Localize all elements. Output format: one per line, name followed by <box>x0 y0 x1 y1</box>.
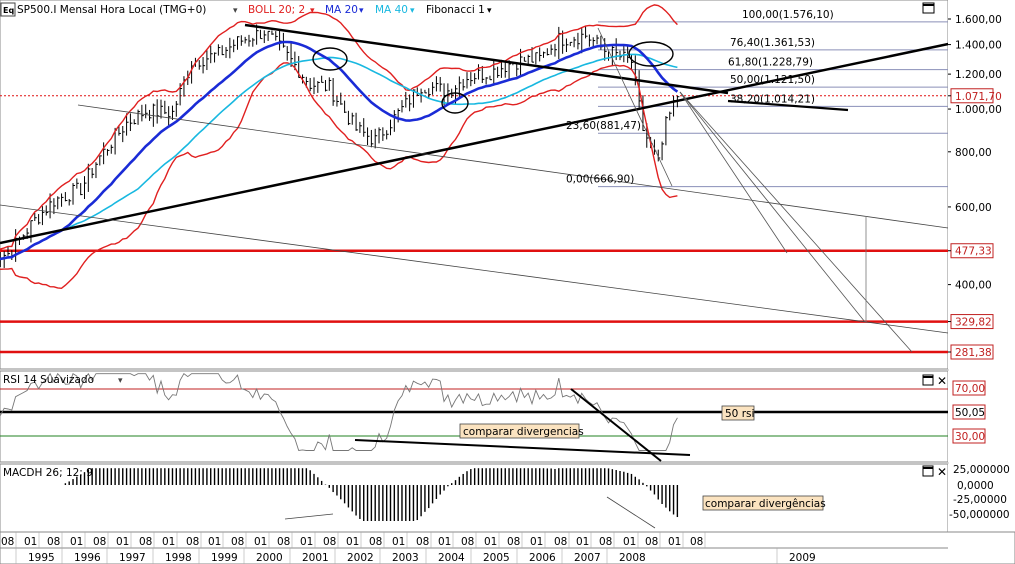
year-tick: 1995 <box>28 552 55 564</box>
month-tick: 01 <box>576 536 589 548</box>
macd-tick-25: 25,000000 <box>953 464 1010 476</box>
month-tick: 08 <box>461 536 474 548</box>
symbol-dropdown-icon[interactable]: ▾ <box>233 6 238 16</box>
fib-label: 100,00(1.576,10) <box>742 9 834 21</box>
rsi-tick-30: 30,00 <box>955 431 985 443</box>
price-tick: 800,00 <box>955 147 992 159</box>
year-tick: 2001 <box>302 552 329 564</box>
month-tick: 01 <box>162 536 175 548</box>
year-tick: 2008 <box>619 552 646 564</box>
macd-tick-m25: -25,00000 <box>953 494 1007 506</box>
month-tick: 08 <box>277 536 290 548</box>
month-tick: 08 <box>231 536 244 548</box>
macd-tick-m50: -50,000000 <box>949 509 1010 521</box>
price-tick: 477,33 <box>955 246 992 258</box>
rsi-tick-70: 70,00 <box>955 383 985 395</box>
month-tick: 01 <box>300 536 313 548</box>
indicator-ma20-dropdown-icon[interactable]: ▾ <box>359 6 364 16</box>
month-tick: 08 <box>369 536 382 548</box>
month-tick: 01 <box>623 536 636 548</box>
rsi-close-icon[interactable]: ✕ <box>937 374 947 388</box>
fib-label: 0,00(666,90) <box>566 174 634 186</box>
month-tick: 01 <box>254 536 267 548</box>
month-tick: 01 <box>208 536 221 548</box>
month-tick: 08 <box>139 536 152 548</box>
month-tick: 08 <box>323 536 336 548</box>
month-tick: 01 <box>24 536 37 548</box>
month-tick: 08 <box>507 536 520 548</box>
year-tick: 1997 <box>119 552 146 564</box>
month-tick: 01 <box>346 536 359 548</box>
month-tick: 01 <box>392 536 405 548</box>
year-tick: 2007 <box>574 552 601 564</box>
price-tick: 600,00 <box>955 202 992 214</box>
indicator-boll-dropdown-icon[interactable]: ▾ <box>310 6 315 16</box>
price-tick: 329,82 <box>955 317 992 329</box>
year-tick: 1996 <box>74 552 101 564</box>
price-tick: 1.400,00 <box>955 40 1002 52</box>
rsi-level-annotation: 50 rsi <box>725 408 754 420</box>
month-tick: 08 <box>416 536 429 548</box>
fib-label: 50,00(1.121,50) <box>730 74 815 86</box>
year-tick: 1998 <box>165 552 192 564</box>
stock-chart: 100,00(1.576,10) 76,40(1.361,53) 61,80(1.2… <box>0 0 1015 564</box>
year-tick: 2004 <box>438 552 465 564</box>
rsi-dropdown-icon[interactable]: ▾ <box>118 376 123 386</box>
price-axis <box>948 0 1015 369</box>
price-tick: 1.071,70 <box>955 91 1002 103</box>
price-tick: 1.600,00 <box>955 14 1002 26</box>
month-tick: 01 <box>530 536 543 548</box>
indicator-boll[interactable]: BOLL 20; 2 <box>248 4 305 16</box>
year-tick: 2006 <box>529 552 556 564</box>
symbol-label[interactable]: SP500.I Mensal Hora Local (TMG+0) <box>17 4 206 16</box>
year-tick: 2002 <box>347 552 374 564</box>
month-tick: 01 <box>484 536 497 548</box>
fib-label: 38,20(1.014,21) <box>730 93 815 105</box>
month-tick: 08 <box>599 536 612 548</box>
rsi-label[interactable]: RSI 14 Suavizado <box>3 374 94 386</box>
month-tick: 08 <box>93 536 106 548</box>
month-tick: 08 <box>690 536 703 548</box>
year-tick: 2009 <box>789 552 816 564</box>
macd-close-icon[interactable]: ✕ <box>937 465 947 479</box>
fib-label: 76,40(1.361,53) <box>730 37 815 49</box>
rsi-tick-50: 50,05 <box>955 407 985 419</box>
month-tick: 01 <box>116 536 129 548</box>
indicator-ma40-dropdown-icon[interactable]: ▾ <box>410 6 415 16</box>
price-tick: 1.200,00 <box>955 69 1002 81</box>
macd-annotation: comparar divergências <box>705 498 826 510</box>
month-tick: 01 <box>70 536 83 548</box>
month-tick: 01 <box>438 536 451 548</box>
year-tick: 2003 <box>392 552 419 564</box>
month-tick: 08 <box>186 536 199 548</box>
month-tick: 08 <box>47 536 60 548</box>
price-tick: 1.000,00 <box>955 104 1002 116</box>
rsi-axis-ticks: 70,00 50,05 30,00 <box>952 380 986 444</box>
price-tick: 281,38 <box>955 347 992 359</box>
month-tick: 01 <box>668 536 681 548</box>
indicator-fibonacci-dropdown-icon[interactable]: ▾ <box>487 6 492 16</box>
rsi-annotation: comparar divergencias <box>463 426 584 438</box>
month-tick: 08 <box>554 536 567 548</box>
year-tick: 1999 <box>211 552 238 564</box>
month-tick: 08 <box>1 536 14 548</box>
indicator-ma40[interactable]: MA 40 <box>375 4 408 16</box>
month-tick: 08 <box>645 536 658 548</box>
rsi-panel <box>0 370 949 463</box>
macd-label[interactable]: MACDH 26; 12; 9 <box>3 467 93 479</box>
indicator-fibonacci[interactable]: Fibonacci 1 <box>426 4 485 16</box>
macd-tick-0: 0,0000 <box>957 480 994 492</box>
indicator-ma20[interactable]: MA 20 <box>325 4 358 16</box>
fib-label: 61,80(1.228,79) <box>728 57 813 69</box>
year-tick: 2000 <box>256 552 283 564</box>
fib-label: 23,60(881,47) <box>566 120 641 132</box>
price-tick: 400,00 <box>955 280 992 292</box>
year-tick: 2005 <box>483 552 510 564</box>
title-icon: Eq <box>3 6 14 15</box>
